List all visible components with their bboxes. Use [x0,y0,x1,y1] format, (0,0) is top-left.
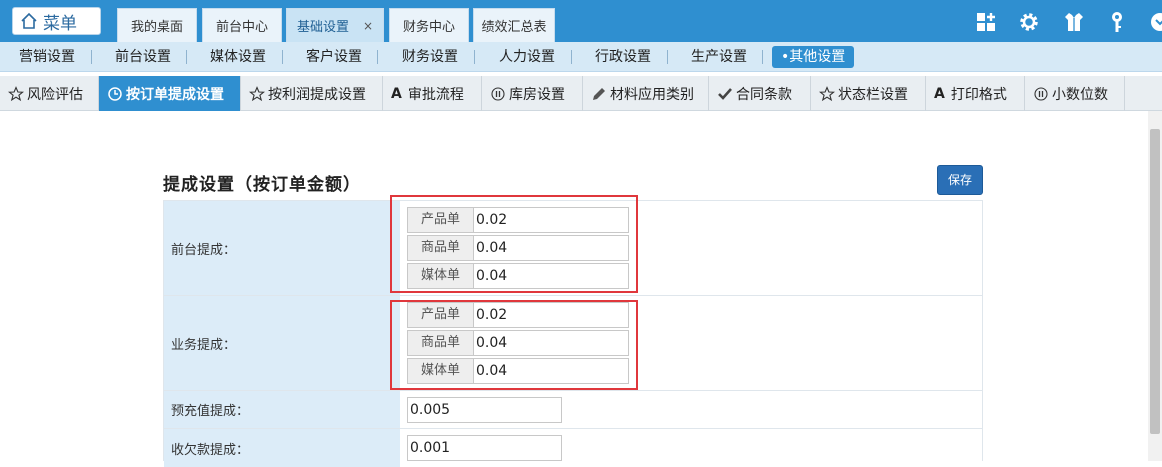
scrollbar-thumb[interactable] [1150,129,1160,434]
key-icon[interactable] [1105,10,1129,34]
tool-status-bar-settings[interactable]: 状态栏设置 [811,76,926,111]
page-title: 提成设置（按订单金额） [163,175,361,195]
tool-label: 材料应用类别 [610,86,694,103]
nav2-hr-settings[interactable]: 人力设置 [497,42,557,72]
star-icon [8,85,24,101]
top-bar: 菜单 我的桌面 前台中心 基础设置 × 财务中心 绩效汇总表 [0,0,1162,42]
highlight-box-front [390,195,638,293]
tool-approval-flow[interactable]: A 审批流程 [383,76,482,111]
home-icon [21,12,37,29]
nav2-divider [474,50,475,64]
nav2-other-settings[interactable]: •其他设置 [772,46,855,68]
nav2-marketing-settings[interactable]: 营销设置 [17,42,77,72]
vertical-scrollbar[interactable] [1148,111,1162,461]
tool-label: 按订单提成设置 [126,86,224,103]
tool-label: 小数位数 [1052,86,1108,103]
menu-label: 菜单 [43,13,77,34]
tool-label: 按利润提成设置 [268,86,366,103]
font-icon: A [391,85,402,102]
nav2-divider [282,50,283,64]
tool-decimal-places[interactable]: 小数位数 [1025,76,1125,111]
tool-label: 库房设置 [509,86,565,103]
pencil-icon [593,87,605,100]
menu-button[interactable]: 菜单 [12,7,101,35]
highlight-box-business [390,300,638,390]
tab-front-center[interactable]: 前台中心 [202,8,282,42]
nav2-divider [667,50,668,64]
font-icon: A [934,85,945,102]
tab-label: 绩效汇总表 [481,20,547,35]
nav2-divider [762,50,763,64]
nav2-admin-settings[interactable]: 行政设置 [593,42,653,72]
nav2-divider [571,50,572,64]
tab-finance-center[interactable]: 财务中心 [389,8,469,42]
tool-label: 合同条款 [736,86,792,103]
tab-basic-settings[interactable]: 基础设置 × [286,8,384,42]
nav2-front-settings[interactable]: 前台设置 [113,42,173,72]
pause-circle-icon [1034,86,1048,101]
star-icon [819,85,835,101]
row-label: 收欠款提成： [164,429,400,467]
tab-label: 我的桌面 [130,20,183,35]
prepaid-rate-input[interactable]: 0.005 [407,397,562,423]
tool-material-category[interactable]: 材料应用类别 [583,76,709,111]
tool-label: 状态栏设置 [838,86,908,103]
grid-plus-icon[interactable] [974,10,998,34]
tool-print-format[interactable]: A 打印格式 [926,76,1025,111]
signout-icon[interactable] [1148,10,1162,34]
arrears-rate-input[interactable]: 0.001 [407,435,562,461]
tool-label: 打印格式 [950,86,1007,103]
tab-label: 财务中心 [402,20,455,35]
check-icon [718,87,732,100]
shirt-icon[interactable] [1062,10,1086,34]
nav2-divider [186,50,187,64]
tool-warehouse-settings[interactable]: 库房设置 [482,76,583,111]
tool-label: 风险评估 [27,86,83,103]
gear-icon[interactable] [1017,10,1041,34]
tab-label: 基础设置 [296,20,349,35]
clock-icon [108,86,122,101]
tab-my-desktop[interactable]: 我的桌面 [117,8,197,42]
nav2-divider [377,50,378,64]
tool-contract-terms[interactable]: 合同条款 [709,76,811,111]
nav2-production-settings[interactable]: 生产设置 [689,42,749,72]
row-label: 预充值提成： [164,391,400,428]
other-settings-toolbar: 风险评估 按订单提成设置 按利润提成设置 A 审批流程 库房设置 材料应用类别 … [0,76,1162,111]
tab-label: 前台中心 [215,20,268,35]
nav2-finance-settings[interactable]: 财务设置 [400,42,460,72]
tool-order-commission[interactable]: 按订单提成设置 [99,76,241,111]
star-icon [249,85,265,101]
nav2-divider [91,50,92,64]
tool-profit-commission[interactable]: 按利润提成设置 [241,76,383,111]
nav2-media-settings[interactable]: 媒体设置 [208,42,268,72]
tool-label: 审批流程 [407,86,464,103]
nav2-customer-settings[interactable]: 客户设置 [304,42,364,72]
save-button[interactable]: 保存 [937,165,983,195]
tab-performance-summary[interactable]: 绩效汇总表 [473,8,555,42]
row-label: 业务提成： [164,296,400,390]
form-row-arrears-commission: 收欠款提成： 0.001 [164,429,982,467]
pause-circle-icon [491,86,505,101]
close-icon[interactable]: × [363,19,373,33]
tool-risk-assessment[interactable]: 风险评估 [0,76,99,111]
settings-category-nav: 营销设置 前台设置 媒体设置 客户设置 财务设置 人力设置 行政设置 生产设置 … [0,42,1162,72]
form-row-prepaid-commission: 预充值提成： 0.005 [164,391,982,429]
row-label: 前台提成： [164,201,400,295]
